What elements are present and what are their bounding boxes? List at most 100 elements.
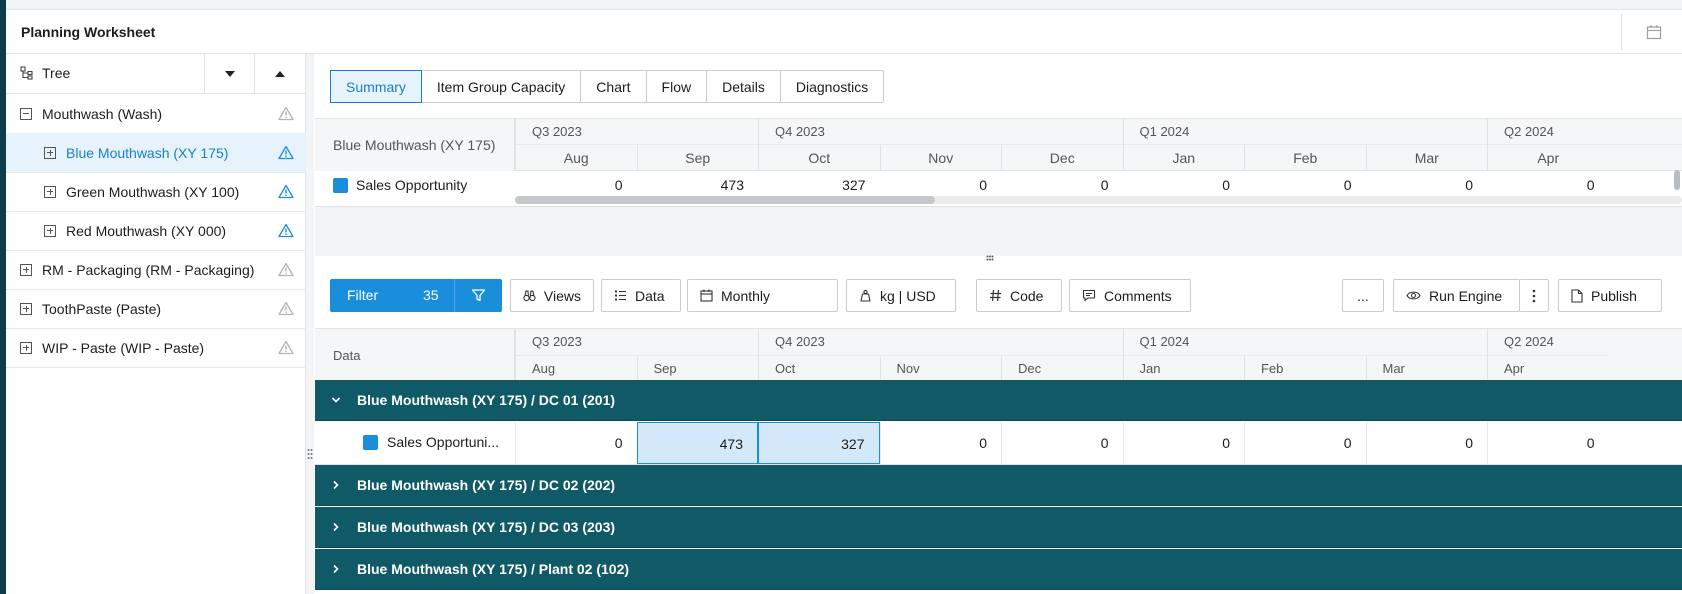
summary-grid: Blue Mouthwash (XY 175) Q3 2023 Q4 2023 Q1… [315,118,1682,201]
splitter-grip-icon[interactable] [986,255,994,261]
period-selector[interactable]: Monthly [687,279,838,312]
quarter-header: Q4 2023 [758,119,1123,145]
tab-item-group-capacity[interactable]: Item Group Capacity [422,71,582,102]
expand-icon[interactable] [20,263,32,276]
tab-details[interactable]: Details [707,71,781,102]
vertical-scrollbar[interactable] [1674,170,1680,190]
quarter-header: Q3 2023 [515,119,758,145]
tab-diagnostics[interactable]: Diagnostics [781,71,883,102]
summary-row-label: Sales Opportunity [333,177,467,193]
group-label: Blue Mouthwash (XY 175) / Plant 02 (102) [357,561,630,577]
chevron-right-icon[interactable] [315,563,357,575]
warning-icon[interactable] [278,106,294,124]
value-cell[interactable]: 327 [758,422,880,464]
month-header: Nov [879,355,1001,381]
group-row[interactable]: Blue Mouthwash (XY 175) / DC 01 (201) [315,380,1682,421]
group-row[interactable]: Blue Mouthwash (XY 175) / DC 03 (203) [315,507,1682,548]
expand-icon[interactable] [20,341,32,354]
data-column-header: Data [315,329,515,381]
eye-icon [1406,291,1421,300]
tree-item-label: Red Mouthwash (XY 000) [66,222,227,239]
horizontal-splitter[interactable] [315,206,1682,256]
more-button[interactable]: ... [1342,279,1384,312]
warning-icon[interactable] [278,301,294,319]
comments-button[interactable]: Comments [1069,279,1191,312]
value-cell[interactable]: 0 [1365,422,1488,464]
tree-item[interactable]: WIP - Paste (WIP - Paste) [6,328,306,368]
value-cell[interactable]: 0 [1122,422,1245,464]
quarter-header: Q4 2023 [758,329,1123,355]
warning-icon[interactable] [278,340,294,358]
vertical-splitter[interactable] [306,54,314,594]
tab-summary[interactable]: Summary [330,70,422,103]
code-label: Code [1010,287,1044,304]
summary-value-cell[interactable]: 0 [1123,177,1245,193]
warning-icon[interactable] [278,145,294,163]
month-header: Feb [1244,355,1366,381]
expand-icon[interactable] [20,302,32,315]
grip-icon [307,449,313,459]
month-header: Mar [1365,145,1488,171]
tab-chart[interactable]: Chart [581,71,647,102]
views-button[interactable]: Views [510,279,594,312]
expand-all-button[interactable] [254,54,304,94]
summary-value-cell[interactable]: 327 [758,177,880,193]
expand-icon[interactable] [44,185,56,198]
chevron-right-icon[interactable] [315,479,357,491]
header-divider [1621,14,1622,50]
chevron-right-icon[interactable] [315,521,357,533]
run-engine-menu-button[interactable] [1519,279,1549,312]
publish-button[interactable]: Publish [1558,279,1662,312]
funnel-icon[interactable] [454,279,502,312]
value-cell[interactable]: 0 [879,422,1002,464]
chevron-down-icon[interactable] [315,394,357,406]
tree-item[interactable]: ToothPaste (Paste) [6,289,306,329]
tab-flow[interactable]: Flow [647,71,708,102]
run-engine-button[interactable]: Run Engine [1393,279,1520,312]
value-cell[interactable]: 0 [515,422,637,464]
month-header: Oct [758,145,880,171]
code-button[interactable]: Code [976,279,1062,312]
collapse-icon[interactable] [20,107,32,120]
detail-grid: Data Q3 2023 Q4 2023 Q1 2024 Q2 2024 Aug Sep O… [315,328,1682,594]
units-label: kg | USD [880,287,936,304]
collapse-all-button[interactable] [204,54,254,94]
horizontal-scrollbar[interactable] [515,196,935,204]
value-cell[interactable]: 0 [1487,422,1609,464]
units-button[interactable]: kg | USD [846,279,956,312]
triangle-up-icon [274,71,285,77]
tree-mode[interactable]: Tree [20,65,70,81]
summary-value-cell[interactable]: 0 [880,177,1002,193]
value-cell[interactable]: 473 [636,422,758,464]
warning-icon[interactable] [278,262,294,280]
group-row[interactable]: Blue Mouthwash (XY 175) / DC 02 (202) [315,465,1682,506]
expand-icon[interactable] [44,146,56,159]
summary-value-cell[interactable]: 0 [1487,177,1609,193]
summary-value-cell[interactable]: 0 [1001,177,1123,193]
group-row[interactable]: Blue Mouthwash (XY 175) / Plant 02 (102) [315,549,1682,590]
filter-button[interactable]: Filter 35 [330,279,502,312]
value-cell[interactable]: 0 [1244,422,1366,464]
list-icon [615,290,626,301]
summary-value-cell[interactable]: 0 [1366,177,1488,193]
value-cell[interactable]: 0 [1001,422,1123,464]
expand-icon[interactable] [44,224,56,237]
month-header: Apr [1487,355,1609,381]
data-button[interactable]: Data [601,279,681,312]
summary-value-cell[interactable]: 0 [1244,177,1366,193]
tree-item[interactable]: RM - Packaging (RM - Packaging) [6,250,306,290]
warning-icon[interactable] [278,223,294,241]
summary-row-header: Blue Mouthwash (XY 175) [315,119,515,171]
tree-item[interactable]: Red Mouthwash (XY 000) [6,211,306,251]
month-header: Dec [1001,145,1123,171]
summary-value-cell[interactable]: 0 [515,177,637,193]
tree-item[interactable]: Mouthwash (Wash) [6,94,306,134]
summary-measure-label: Sales Opportunity [356,177,468,193]
series-swatch [363,434,378,450]
data-label: Data [635,287,665,304]
calendar-icon[interactable] [1646,24,1662,40]
tree-item[interactable]: Green Mouthwash (XY 100) [6,172,306,212]
tree-item[interactable]: Blue Mouthwash (XY 175) [6,133,306,173]
summary-value-cell[interactable]: 473 [637,177,759,193]
warning-icon[interactable] [278,184,294,202]
